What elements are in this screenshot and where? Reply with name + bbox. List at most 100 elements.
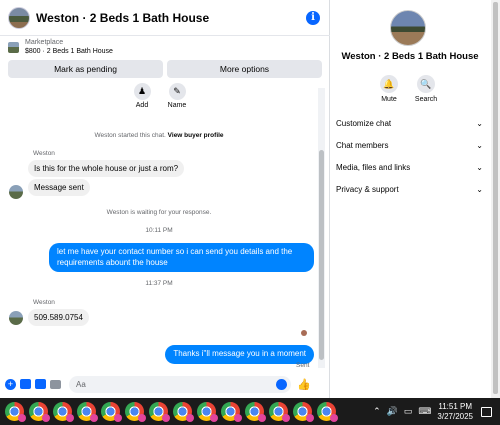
avatar[interactable] xyxy=(8,6,30,29)
menu-label: Media, files and links xyxy=(336,162,411,172)
name-label: Name xyxy=(167,102,187,109)
scroll-thumb[interactable] xyxy=(319,150,324,360)
clock-time: 11:51 PM xyxy=(438,401,473,411)
side-title: Weston · 2 Beds 1 Bath House xyxy=(341,51,479,62)
chrome-taskbar-icon[interactable] xyxy=(29,402,50,422)
profile-badge-icon xyxy=(42,414,50,422)
profile-badge-icon xyxy=(258,414,266,422)
taskbar-apps xyxy=(0,402,338,422)
chevron-down-icon: ⌄ xyxy=(476,140,483,150)
menu-chat-members[interactable]: Chat members ⌄ xyxy=(336,137,483,153)
mark-as-pending-button[interactable]: Mark as pending xyxy=(8,60,163,78)
profile-badge-icon xyxy=(90,414,98,422)
window-scrollbar[interactable] xyxy=(491,0,500,398)
sender-avatar[interactable] xyxy=(9,185,23,199)
sender-name: Weston xyxy=(33,299,55,306)
name-chat-action[interactable]: ✎ Name xyxy=(162,83,192,109)
network-icon[interactable]: ▭ xyxy=(404,406,413,417)
chrome-taskbar-icon[interactable] xyxy=(293,402,314,422)
chrome-taskbar-icon[interactable] xyxy=(269,402,290,422)
message-input[interactable]: Aa xyxy=(69,375,291,393)
more-options-button[interactable]: More options xyxy=(167,60,322,78)
sticker-icon[interactable] xyxy=(35,379,46,389)
clock-date: 3/27/2025 xyxy=(437,411,473,421)
outgoing-message[interactable]: let me have your contact number so i can… xyxy=(49,243,314,272)
avatar[interactable] xyxy=(390,10,426,46)
chat-started-notice: Weston started this chat. View buyer pro… xyxy=(0,132,318,139)
mute-action[interactable]: 🔔 Mute xyxy=(371,75,407,103)
message-status: Sent xyxy=(296,362,310,369)
incoming-message[interactable]: Message sent xyxy=(28,179,90,196)
keyboard-icon[interactable]: ⌨ xyxy=(418,406,431,417)
pencil-icon: ✎ xyxy=(168,83,186,100)
timestamp: 11:37 PM xyxy=(145,280,173,287)
view-buyer-profile-link[interactable]: View buyer profile xyxy=(168,132,224,139)
profile-badge-icon xyxy=(18,414,26,422)
message-list[interactable]: ♟ Add ✎ Name Weston started this chat. V… xyxy=(0,80,318,370)
listing-thumbnail xyxy=(8,41,19,53)
profile-badge-icon xyxy=(210,414,218,422)
add-label: Add xyxy=(135,102,149,109)
profile-badge-icon xyxy=(282,414,290,422)
chat-header: Weston · 2 Beds 1 Bath House i xyxy=(0,0,330,36)
system-tray: ⌃ 🔊 ▭ ⌨ 11:51 PM 3/27/2025 xyxy=(373,398,500,425)
profile-badge-icon xyxy=(66,414,74,422)
bell-icon: 🔔 xyxy=(380,75,398,93)
profile-badge-icon xyxy=(330,414,338,422)
started-text: Weston started this chat. xyxy=(94,132,166,139)
listing-actions: Mark as pending More options xyxy=(8,60,322,78)
menu-customize-chat[interactable]: Customize chat ⌄ xyxy=(336,115,483,131)
profile-badge-icon xyxy=(162,414,170,422)
info-icon[interactable]: i xyxy=(306,11,320,25)
add-person-icon: ♟ xyxy=(133,83,151,100)
chrome-taskbar-icon[interactable] xyxy=(5,402,26,422)
chrome-taskbar-icon[interactable] xyxy=(173,402,194,422)
marketplace-listing[interactable]: Marketplace $800 · 2 Beds 1 Bath House xyxy=(0,37,330,57)
chevron-down-icon: ⌄ xyxy=(476,184,483,194)
menu-privacy-support[interactable]: Privacy & support ⌄ xyxy=(336,181,483,197)
profile-badge-icon xyxy=(138,414,146,422)
chat-pane: Weston · 2 Beds 1 Bath House i Marketpla… xyxy=(0,0,330,398)
composer: + Aa 👍 xyxy=(0,372,330,396)
chat-title[interactable]: Weston · 2 Beds 1 Bath House xyxy=(36,11,209,25)
profile-badge-icon xyxy=(234,414,242,422)
chat-info-pane: Weston · 2 Beds 1 Bath House 🔔 Mute 🔍 Se… xyxy=(331,0,489,398)
chrome-taskbar-icon[interactable] xyxy=(197,402,218,422)
gif-icon[interactable] xyxy=(50,379,61,389)
add-people-action[interactable]: ♟ Add xyxy=(127,83,157,109)
profile-badge-icon xyxy=(306,414,314,422)
seen-indicator-avatar xyxy=(301,330,307,336)
chrome-taskbar-icon[interactable] xyxy=(317,402,338,422)
chrome-taskbar-icon[interactable] xyxy=(77,402,98,422)
volume-icon[interactable]: 🔊 xyxy=(387,406,398,417)
search-label: Search xyxy=(414,96,438,103)
plus-icon[interactable]: + xyxy=(5,378,16,390)
taskbar: ⌃ 🔊 ▭ ⌨ 11:51 PM 3/27/2025 xyxy=(0,398,500,425)
search-action[interactable]: 🔍 Search xyxy=(408,75,444,103)
listing-title: $800 · 2 Beds 1 Bath House xyxy=(25,48,113,55)
sender-avatar[interactable] xyxy=(9,311,23,325)
image-icon[interactable] xyxy=(20,379,31,389)
chrome-taskbar-icon[interactable] xyxy=(125,402,146,422)
thumbs-up-icon[interactable]: 👍 xyxy=(297,378,311,391)
chrome-taskbar-icon[interactable] xyxy=(149,402,170,422)
incoming-message[interactable]: 509.589.0754 xyxy=(28,309,89,326)
menu-label: Customize chat xyxy=(336,118,392,128)
message-placeholder: Aa xyxy=(76,379,86,389)
chat-scrollbar[interactable] xyxy=(318,88,325,368)
chrome-taskbar-icon[interactable] xyxy=(221,402,242,422)
chevron-up-icon[interactable]: ⌃ xyxy=(373,406,381,417)
outgoing-message[interactable]: Thanks i"ll message you in a moment xyxy=(165,345,314,364)
menu-label: Chat members xyxy=(336,140,389,150)
chrome-taskbar-icon[interactable] xyxy=(101,402,122,422)
chrome-taskbar-icon[interactable] xyxy=(53,402,74,422)
emoji-icon[interactable] xyxy=(276,378,287,390)
chrome-taskbar-icon[interactable] xyxy=(245,402,266,422)
chevron-down-icon: ⌄ xyxy=(476,162,483,172)
scroll-thumb[interactable] xyxy=(493,2,498,394)
clock[interactable]: 11:51 PM 3/27/2025 xyxy=(437,402,473,422)
menu-media-files-links[interactable]: Media, files and links ⌄ xyxy=(336,159,483,175)
notification-icon[interactable] xyxy=(481,406,492,417)
menu-label: Privacy & support xyxy=(336,184,399,194)
incoming-message[interactable]: Is this for the whole house or just a ro… xyxy=(28,160,185,177)
